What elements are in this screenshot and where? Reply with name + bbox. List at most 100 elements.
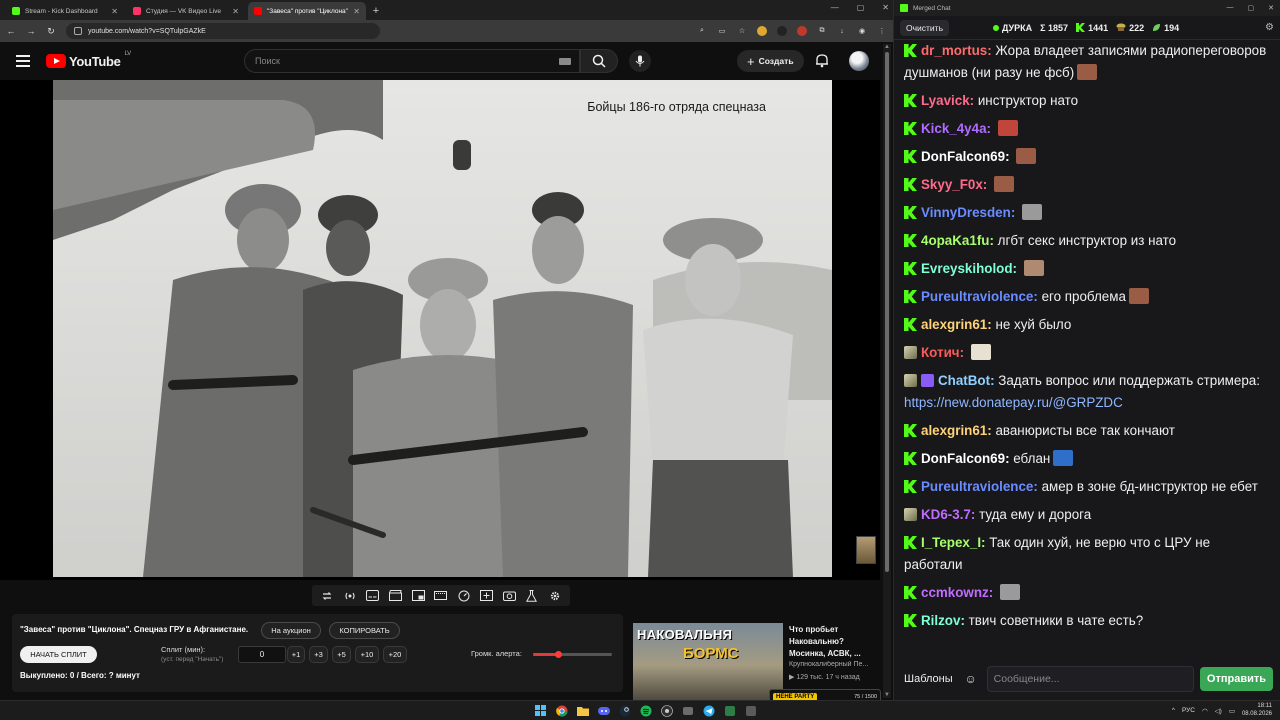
tray-chevron-icon[interactable]: ^ — [1172, 707, 1175, 714]
chat-username[interactable]: Lyavick — [921, 93, 970, 108]
profile-icon[interactable]: ◉ — [857, 26, 867, 36]
clapperboard-icon[interactable] — [389, 589, 403, 603]
chat-username[interactable]: Skyy_F0x — [921, 177, 983, 192]
hamburger-menu-icon[interactable] — [16, 55, 30, 67]
obs-icon[interactable] — [659, 703, 674, 718]
close-window-icon[interactable]: ✕ — [882, 3, 889, 12]
chat-username[interactable]: dr_mortus — [921, 43, 987, 58]
settings-gear-icon[interactable]: ⚙ — [1265, 22, 1274, 33]
create-button[interactable]: + Создать — [737, 50, 804, 72]
chat-message[interactable]: Kick_4y4a: — [904, 118, 1271, 140]
maximize-icon[interactable]: ▢ — [857, 3, 865, 12]
chat-message[interactable]: DonFalcon69: еблан — [904, 448, 1271, 470]
maximize-icon[interactable]: ▢ — [1248, 4, 1255, 12]
chat-message[interactable]: dr_mortus: Жора владеет записями радиопе… — [904, 40, 1271, 84]
scrollbar-thumb[interactable] — [885, 52, 889, 572]
chat-message[interactable]: I_Tepex_I: Так один хуй, не верю что с Ц… — [904, 532, 1271, 576]
chat-message[interactable]: KD6-3.7: туда ему и дорога — [904, 504, 1271, 526]
forward-icon[interactable]: → — [26, 26, 36, 36]
battery-icon[interactable]: ▭ — [1229, 707, 1235, 715]
recommended-video-title[interactable]: Что пробьет Наковальню? Мосинка, АСВК, .… — [789, 624, 881, 660]
alert-volume-slider[interactable] — [533, 651, 612, 658]
subtitles-icon[interactable] — [366, 589, 380, 603]
keyboard-icon[interactable] — [559, 58, 571, 65]
settings-gear-icon[interactable] — [548, 589, 562, 603]
browser-tab-vk[interactable]: Студия — VK Видео Live ✕ — [127, 2, 245, 20]
browser-tab-youtube[interactable]: "Завеса" против "Циклона" ✕ — [248, 2, 366, 20]
avatar[interactable] — [849, 51, 869, 71]
chat-username[interactable]: Rilzov — [921, 613, 960, 628]
telegram-icon[interactable] — [701, 703, 716, 718]
reload-icon[interactable]: ↻ — [46, 26, 56, 37]
screenshot-camera-icon[interactable] — [502, 589, 516, 603]
clock[interactable]: 18:11 08.08.2026 — [1242, 703, 1272, 718]
increment-1-button[interactable]: +1 — [287, 646, 305, 663]
flask-icon[interactable] — [525, 589, 539, 603]
page-scrollbar[interactable]: ▲ ▼ — [883, 44, 891, 698]
send-button[interactable]: Отправить — [1199, 667, 1273, 691]
chat-message[interactable]: 4opaKa1fu: лгбт секс инструктор из нато — [904, 230, 1271, 252]
templates-button[interactable]: Шаблоны — [902, 669, 955, 689]
new-tab-button[interactable]: + — [369, 5, 383, 17]
minimize-icon[interactable]: — — [831, 3, 839, 12]
voice-search-button[interactable] — [629, 50, 651, 72]
increment-10-button[interactable]: +10 — [355, 646, 379, 663]
browser-tab-kick[interactable]: Stream - Kick Dashboard ✕ — [6, 2, 124, 20]
discord-icon[interactable] — [596, 703, 611, 718]
app-icon[interactable] — [743, 703, 758, 718]
message-input[interactable]: Сообщение... — [986, 666, 1194, 692]
add-box-icon[interactable] — [479, 589, 493, 603]
close-tab-icon[interactable]: ✕ — [111, 7, 118, 16]
close-window-icon[interactable]: ✕ — [1268, 4, 1274, 12]
notifications-bell-icon[interactable] — [815, 53, 829, 68]
increment-3-button[interactable]: +3 — [309, 646, 328, 663]
chat-message[interactable]: Rilzov: твич советники в чате есть? — [904, 610, 1271, 632]
chat-messages-list[interactable]: dr_mortus: Жора владеет записями радиопе… — [894, 40, 1280, 660]
chat-username[interactable]: Котич — [921, 345, 960, 360]
zoom-icon[interactable]: ⌕ — [697, 26, 707, 36]
copy-button[interactable]: КОПИРОВАТЬ — [329, 622, 400, 639]
chat-username[interactable]: Pureultraviolence — [921, 289, 1033, 304]
chat-username[interactable]: alexgrin61 — [921, 423, 987, 438]
chat-username[interactable]: Pureultraviolence — [921, 479, 1033, 494]
chat-message[interactable]: Skyy_F0x: — [904, 174, 1271, 196]
scroll-up-icon[interactable]: ▲ — [884, 44, 890, 50]
back-icon[interactable]: ← — [6, 26, 16, 36]
theater-mode-icon[interactable] — [434, 589, 448, 603]
video-player[interactable]: Бойцы 186-го отряда спецназа — [0, 80, 880, 580]
chat-username[interactable]: Kick_4y4a — [921, 121, 987, 136]
volume-icon[interactable]: ◁) — [1215, 707, 1222, 715]
folder-icon[interactable] — [575, 703, 590, 718]
video-frame[interactable]: Бойцы 186-го отряда спецназа — [53, 80, 832, 577]
windows-start-icon[interactable] — [533, 703, 548, 718]
bookmark-star-icon[interactable]: ☆ — [737, 26, 747, 36]
chat-username[interactable]: DonFalcon69 — [921, 149, 1005, 164]
split-minutes-input[interactable]: 0 — [238, 646, 286, 663]
increment-20-button[interactable]: +20 — [383, 646, 407, 663]
search-button[interactable] — [580, 49, 618, 73]
url-field[interactable]: youtube.com/watch?v=SQTulpGAZkE — [66, 23, 380, 39]
chat-message[interactable]: Pureultraviolence: его проблема — [904, 286, 1271, 308]
close-tab-icon[interactable]: ✕ — [353, 7, 360, 16]
increment-5-button[interactable]: +5 — [332, 646, 351, 663]
speedometer-icon[interactable] — [457, 589, 471, 603]
download-icon[interactable]: ↓ — [837, 26, 847, 36]
close-tab-icon[interactable]: ✕ — [232, 7, 239, 16]
chat-username[interactable]: I_Tepex_I — [921, 535, 981, 550]
side-thumbnail[interactable] — [856, 536, 876, 564]
spotify-icon[interactable] — [638, 703, 653, 718]
auction-button[interactable]: На аукцион — [261, 622, 321, 639]
recommended-video-thumbnail[interactable]: НАКОВАЛЬНЯ БОРМС — [633, 623, 783, 700]
chat-message[interactable]: Lyavick: инструктор нато — [904, 90, 1271, 112]
app-icon[interactable] — [722, 703, 737, 718]
menu-kebab-icon[interactable]: ⋮ — [877, 26, 887, 36]
chat-message[interactable]: Evreyskiholod: — [904, 258, 1271, 280]
cast-icon[interactable]: ▭ — [717, 26, 727, 36]
youtube-logo[interactable]: YouTube LV — [46, 51, 131, 69]
steam-icon[interactable] — [617, 703, 632, 718]
emoji-smile-icon[interactable]: ☺ — [961, 672, 981, 686]
chrome-icon[interactable] — [554, 703, 569, 718]
language-indicator[interactable]: РУС — [1182, 707, 1195, 714]
chat-username[interactable]: VinnyDresden — [921, 205, 1011, 220]
scroll-down-icon[interactable]: ▼ — [884, 692, 890, 698]
